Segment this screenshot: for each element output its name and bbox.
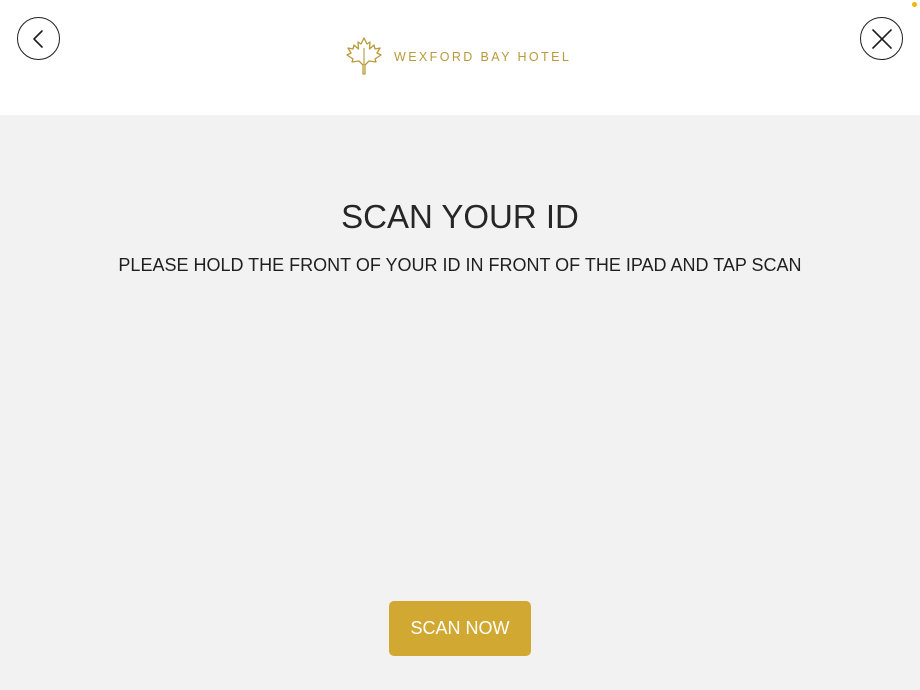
hotel-name: WEXFORD BAY HOTEL bbox=[394, 50, 572, 64]
page-title: SCAN YOUR ID bbox=[341, 198, 579, 235]
scan-now-button[interactable]: SCAN NOW bbox=[389, 601, 531, 656]
header: WEXFORD BAY HOTEL bbox=[0, 0, 920, 115]
maple-leaf-icon bbox=[346, 37, 382, 75]
scan-instruction: PLEASE HOLD THE FRONT OF YOUR ID IN FRON… bbox=[118, 255, 802, 275]
back-button[interactable] bbox=[17, 17, 60, 60]
chevron-left-icon bbox=[32, 29, 43, 48]
hotel-logo: WEXFORD BAY HOTEL bbox=[344, 36, 571, 76]
status-indicator-dot bbox=[912, 2, 917, 7]
close-icon bbox=[871, 28, 892, 49]
close-button[interactable] bbox=[860, 17, 903, 60]
